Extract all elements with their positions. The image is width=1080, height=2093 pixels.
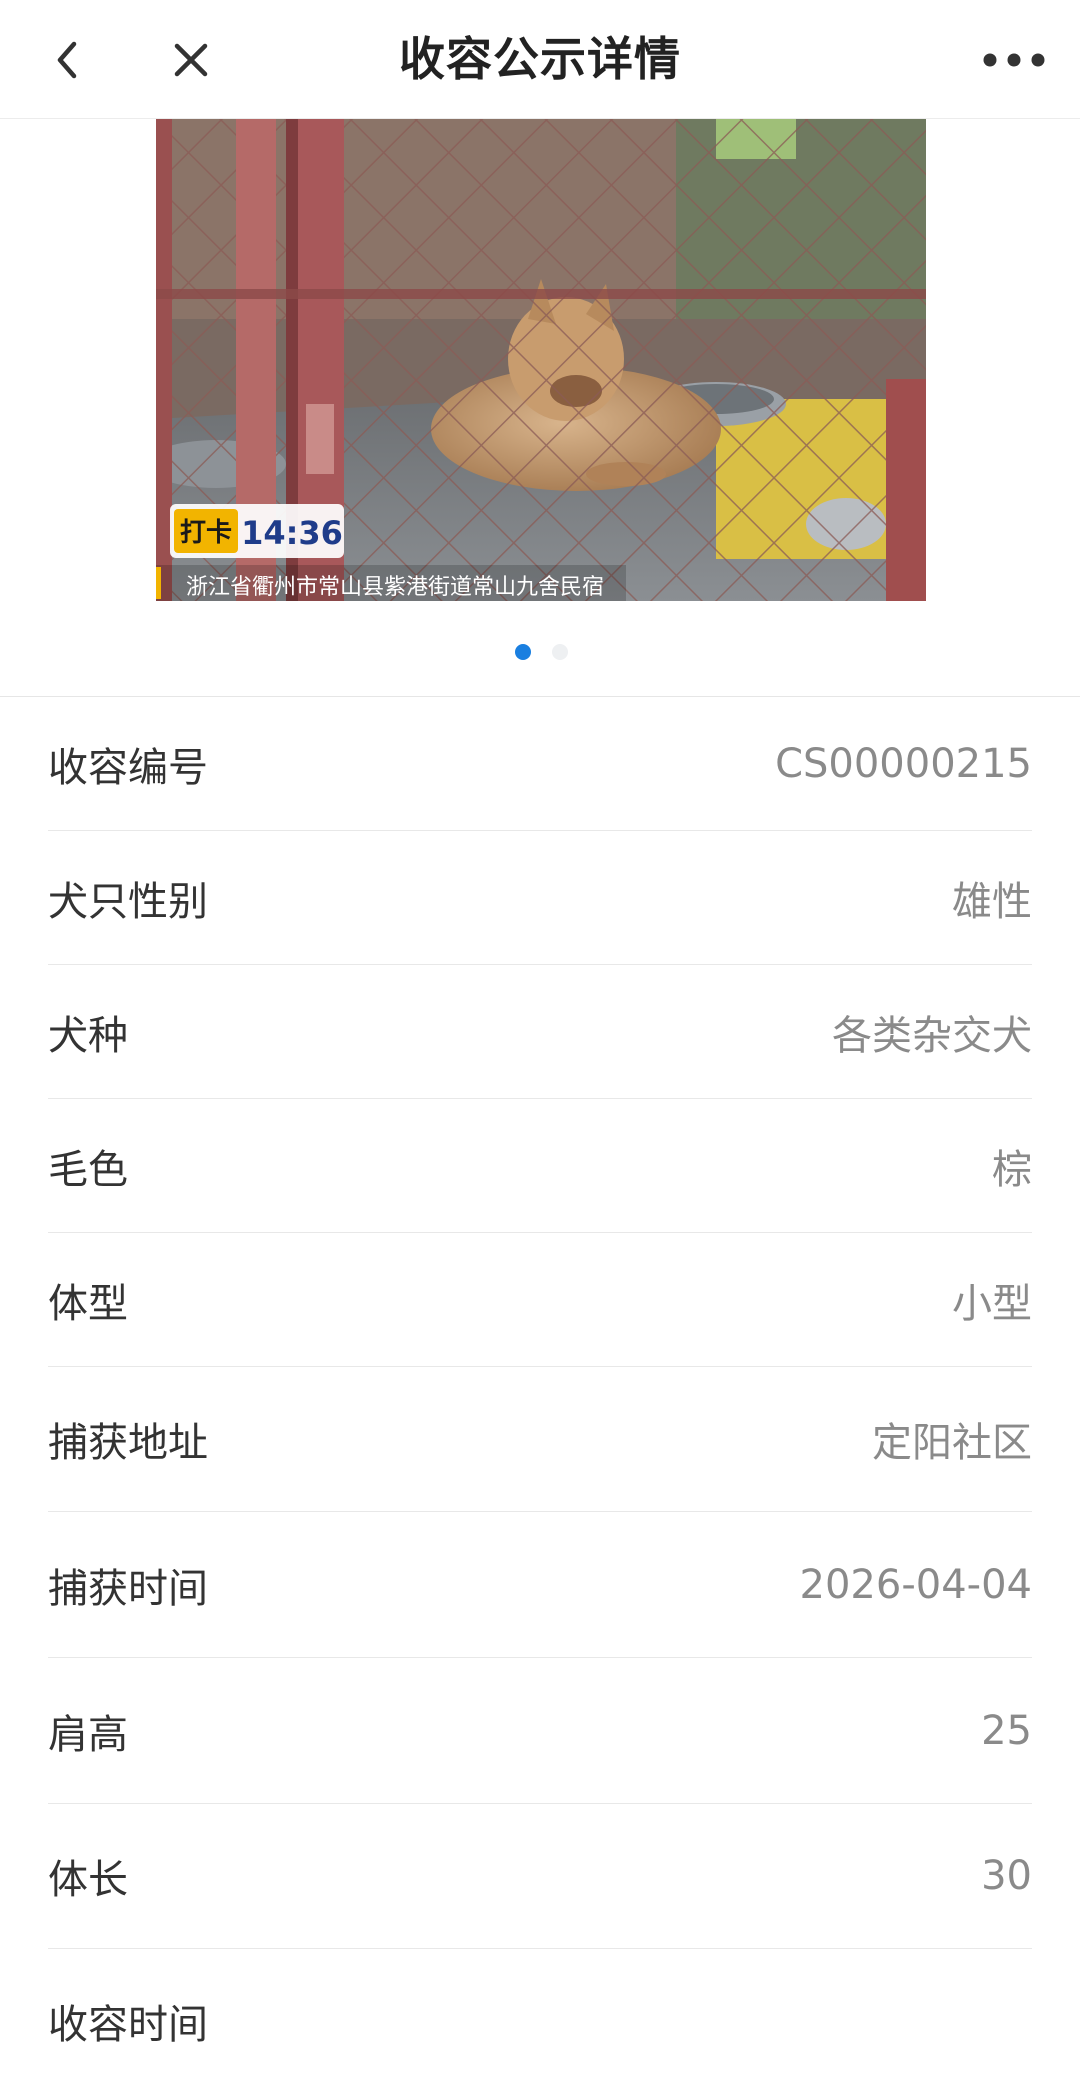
detail-value: 雄性	[952, 878, 1032, 925]
carousel-dot-active[interactable]	[515, 644, 531, 660]
detail-row-size: 体型 小型	[48, 1233, 1032, 1367]
detail-list: 收容编号 CS00000215 犬只性别 雄性 犬种 各类杂交犬 毛色 棕 体型…	[0, 697, 1080, 2093]
carousel-dot[interactable]	[552, 644, 568, 660]
detail-value: 定阳社区	[872, 1420, 1032, 1466]
detail-label: 毛色	[48, 1146, 128, 1193]
detail-label: 肩高	[48, 1711, 128, 1758]
close-button[interactable]	[155, 24, 227, 96]
detail-row-capture-time: 捕获时间 2026-04-04	[48, 1512, 1032, 1658]
photo-location-caption: 浙江省衢州市常山县紫港街道常山九舍民宿	[186, 575, 604, 600]
detail-row-shelter-time: 收容时间	[48, 1949, 1032, 2093]
detail-row-coat-color: 毛色 棕	[48, 1099, 1032, 1233]
detail-value: 小型	[952, 1280, 1032, 1327]
badge-label: 打卡	[180, 518, 232, 548]
close-icon	[174, 43, 208, 77]
dog-photo[interactable]: 打卡 14:36 浙江省衢州市常山县紫港街道常山九舍民宿	[156, 119, 926, 601]
page-title: 收容公示详情	[399, 32, 681, 86]
detail-row-capture-address: 捕获地址 定阳社区	[48, 1367, 1032, 1512]
detail-label: 捕获时间	[48, 1565, 208, 1612]
back-button[interactable]	[32, 24, 104, 96]
kennel-photo-illustration: 打卡 14:36 浙江省衢州市常山县紫港街道常山九舍民宿	[156, 119, 926, 601]
detail-label: 体长	[48, 1857, 128, 1903]
detail-label: 收容编号	[48, 744, 208, 791]
detail-value: CS00000215	[775, 740, 1032, 787]
detail-row-body-length: 体长 30	[48, 1804, 1032, 1949]
detail-value: 棕	[992, 1146, 1032, 1193]
chevron-left-icon	[57, 41, 77, 79]
more-horizontal-icon	[983, 53, 1045, 67]
top-nav-bar: 收容公示详情	[0, 0, 1080, 119]
detail-value: 各类杂交犬	[832, 1012, 1032, 1059]
detail-label: 收容时间	[48, 2002, 208, 2048]
badge-time: 14:36	[241, 514, 343, 552]
more-button[interactable]	[964, 24, 1064, 96]
photo-carousel[interactable]: 打卡 14:36 浙江省衢州市常山县紫港街道常山九舍民宿	[0, 119, 1080, 697]
detail-row-shelter-id: 收容编号 CS00000215	[48, 697, 1032, 831]
detail-row-breed: 犬种 各类杂交犬	[48, 965, 1032, 1099]
detail-label: 犬种	[48, 1012, 128, 1059]
detail-value: 25	[981, 1707, 1032, 1754]
carousel-indicator	[0, 644, 1080, 664]
detail-value: 30	[981, 1853, 1032, 1899]
detail-label: 体型	[48, 1280, 128, 1327]
detail-label: 捕获地址	[48, 1420, 208, 1466]
detail-row-shoulder-height: 肩高 25	[48, 1658, 1032, 1804]
detail-value: 2026-04-04	[799, 1561, 1032, 1608]
detail-label: 犬只性别	[48, 878, 208, 925]
detail-row-gender: 犬只性别 雄性	[48, 831, 1032, 965]
